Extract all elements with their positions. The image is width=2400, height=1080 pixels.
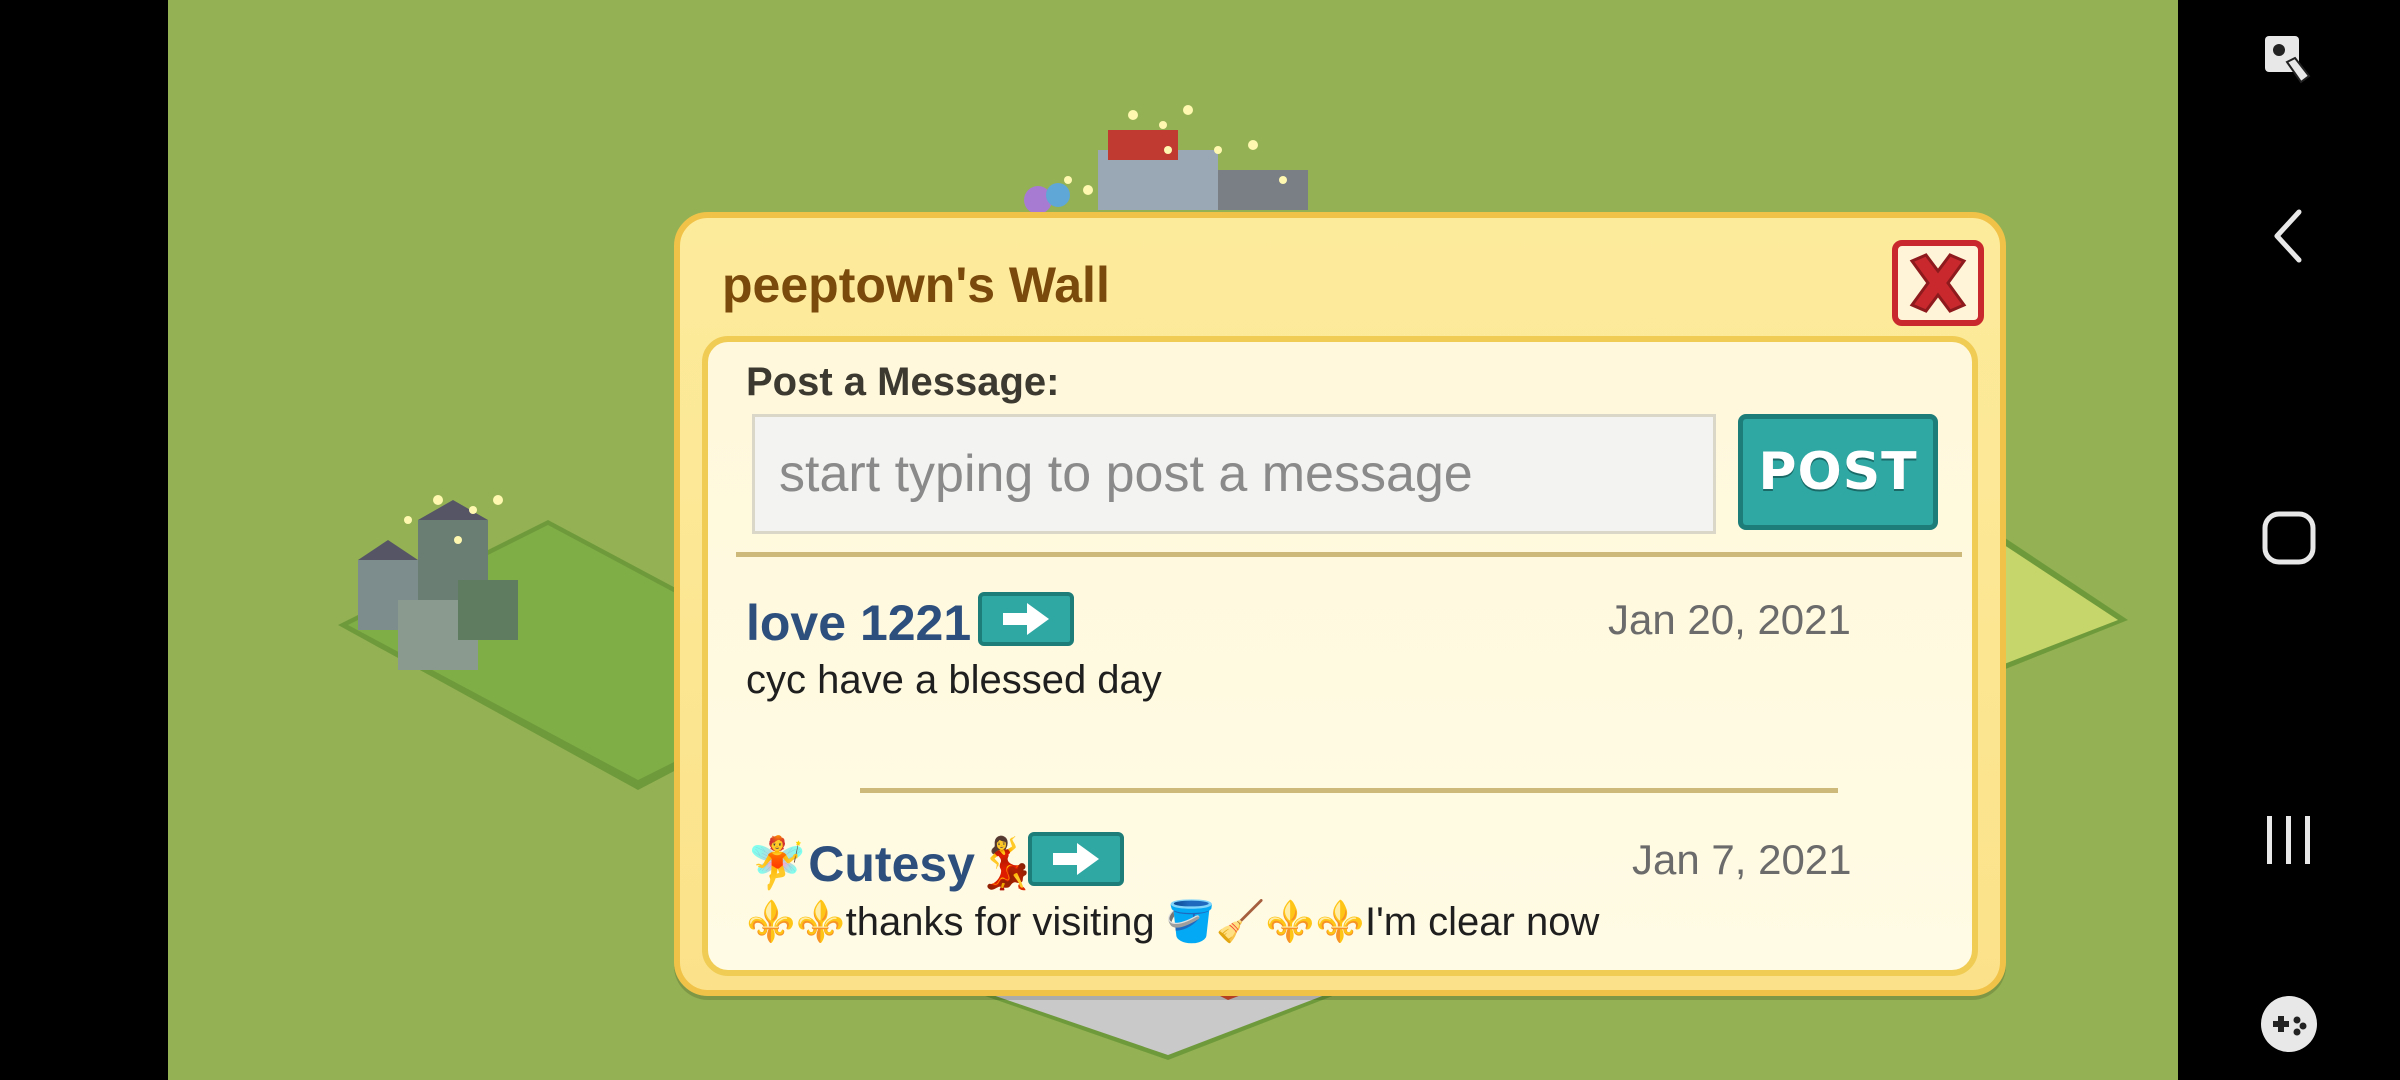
wall-panel: Post a Message: POST love 1221 Jan 20, 2…	[702, 336, 1978, 976]
visit-author-button[interactable]	[978, 592, 1074, 646]
home-icon	[2262, 511, 2316, 565]
arrow-right-icon	[1053, 843, 1099, 875]
arrow-right-icon	[1003, 603, 1049, 635]
divider	[736, 552, 1962, 557]
post-button[interactable]: POST	[1738, 414, 1938, 530]
game-tools-button[interactable]	[2257, 992, 2321, 1056]
game-view[interactable]: peeptown's Wall Post a Message: POST lov…	[168, 0, 2178, 1080]
left-screen-edge	[0, 0, 168, 1080]
screen-touch-icon	[2265, 36, 2311, 84]
diner-building	[1024, 130, 1308, 214]
back-button[interactable]	[2259, 206, 2319, 266]
recents-button[interactable]	[2259, 810, 2319, 870]
message-text: cyc have a blessed day	[746, 658, 1162, 702]
dialog-title: peeptown's Wall	[722, 257, 1110, 313]
close-button[interactable]	[1892, 240, 1984, 326]
game-controller-icon	[2261, 996, 2317, 1052]
message-input[interactable]	[752, 414, 1716, 534]
author-name: Cutesy	[808, 835, 975, 892]
system-nav-bar	[2178, 0, 2400, 1080]
message-divider	[860, 788, 1838, 793]
message-date: Jan 7, 2021	[1632, 836, 1852, 883]
message-author[interactable]: love 1221	[746, 594, 971, 652]
visit-author-button[interactable]	[1028, 832, 1124, 886]
message-author[interactable]: 🧚 Cutesy 💃	[746, 834, 1037, 893]
home-button[interactable]	[2259, 508, 2319, 568]
back-icon	[2274, 209, 2302, 263]
screen-touch-button[interactable]	[2257, 28, 2321, 92]
message-date: Jan 20, 2021	[1608, 596, 1851, 643]
wall-dialog: peeptown's Wall Post a Message: POST lov…	[674, 212, 2006, 996]
post-message-label: Post a Message:	[746, 360, 1060, 404]
close-x-icon	[1909, 253, 1967, 313]
recents-icon	[2267, 816, 2310, 864]
message-text: ⚜️⚜️thanks for visiting 🪣🧹⚜️⚜️I'm clear …	[746, 900, 1600, 944]
fairy-emoji: 🧚	[746, 835, 809, 891]
